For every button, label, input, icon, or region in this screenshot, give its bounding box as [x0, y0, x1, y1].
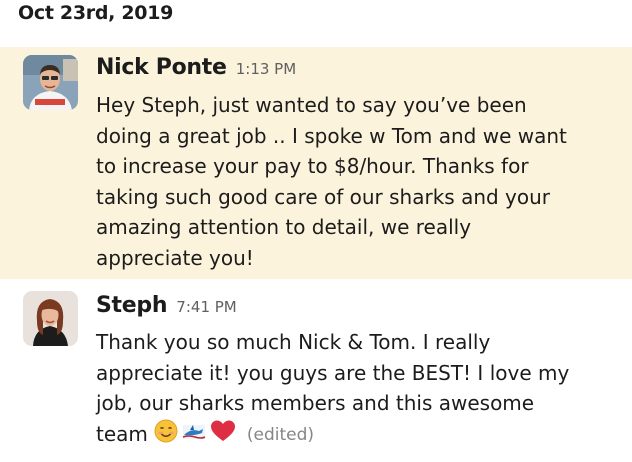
message-header: Steph 7:41 PM	[96, 293, 237, 318]
avatar-image	[23, 55, 78, 110]
sender-name[interactable]: Nick Ponte	[96, 55, 227, 80]
avatar[interactable]	[23, 291, 78, 346]
message-item[interactable]: Nick Ponte 1:13 PM Hey Steph, just wante…	[0, 47, 632, 279]
message-line-last: team (edited)	[96, 419, 616, 452]
avatar[interactable]	[23, 55, 78, 110]
edited-label: (edited)	[246, 424, 315, 445]
message-line: job, our sharks members and this awesome	[96, 391, 535, 415]
red-heart-emoji-icon	[210, 419, 236, 452]
message-line: amazing attention to detail, we really	[96, 215, 472, 239]
message-line: to increase your pay to $8/hour. Thanks …	[96, 154, 529, 178]
custom-shark-emoji-icon	[181, 420, 207, 451]
message-line: taking such good care of our sharks and …	[96, 184, 551, 209]
message-line: appreciate you!	[96, 245, 254, 270]
message-line: Hey Steph, just wanted to say you’ve bee…	[96, 93, 527, 117]
avatar-image	[23, 291, 78, 346]
message-text: Thank you so much Nick & Tom. I really a…	[96, 327, 616, 451]
message-timestamp[interactable]: 7:41 PM	[176, 298, 236, 316]
message-text: Hey Steph, just wanted to say you’ve bee…	[96, 90, 616, 273]
message-line: Thank you so much Nick & Tom. I really	[96, 330, 491, 354]
emoji-group: (edited)	[154, 419, 314, 452]
message-line: team	[96, 421, 148, 446]
message-timestamp[interactable]: 1:13 PM	[236, 60, 296, 78]
sender-name[interactable]: Steph	[96, 293, 168, 318]
date-divider: Oct 23rd, 2019	[18, 2, 174, 24]
message-line: appreciate it! you guys are the BEST! I …	[96, 360, 570, 385]
smiling-face-emoji-icon	[154, 419, 178, 452]
message-item[interactable]: Steph 7:41 PM Thank you so much Nick & T…	[0, 279, 632, 462]
message-header: Nick Ponte 1:13 PM	[96, 55, 296, 80]
message-line: doing a great job .. I spoke w Tom and w…	[96, 123, 567, 148]
